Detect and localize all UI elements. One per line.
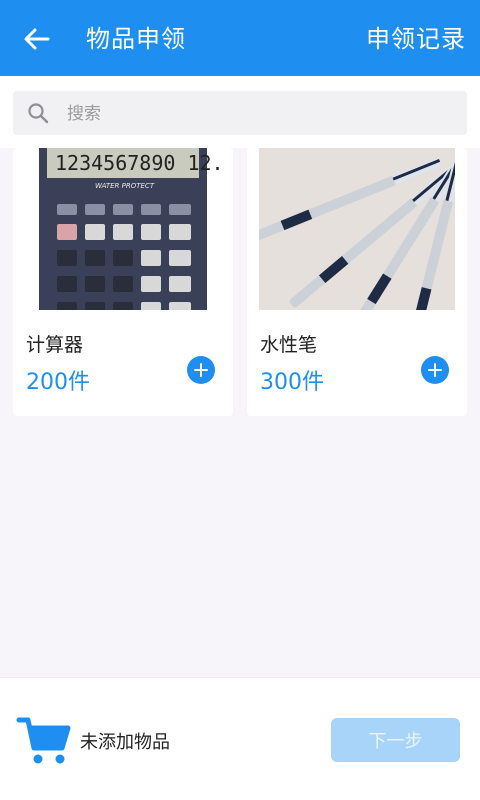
calculator-brand-text: WATER PROTECT (95, 182, 155, 190)
search-bar (0, 76, 480, 148)
calculator-display-text: 1234567890 12. (55, 151, 221, 175)
shopping-cart-icon[interactable] (16, 714, 72, 768)
product-card[interactable]: 水性笔 300件 (247, 148, 467, 416)
search-icon (28, 103, 49, 124)
cart-status-text: 未添加物品 (80, 732, 170, 753)
footer-bar: 未添加物品 下一步 (0, 677, 480, 800)
arrow-left-icon (24, 28, 50, 50)
product-quantity: 300件 (260, 370, 324, 395)
product-name: 计算器 (26, 334, 84, 356)
back-button[interactable] (18, 22, 54, 56)
add-item-button[interactable] (187, 356, 215, 384)
add-item-button[interactable] (421, 356, 449, 384)
page-title: 物品申领 (86, 25, 186, 53)
app-root: 物品申领 申领记录 1234567890 12. WATER PROTECT (0, 0, 480, 800)
search-box (13, 91, 467, 135)
claim-records-link[interactable]: 申领记录 (366, 22, 466, 56)
product-card[interactable]: 1234567890 12. WATER PROTECT 计算器 200件 (13, 148, 233, 416)
search-input[interactable] (65, 97, 449, 131)
product-name: 水性笔 (260, 334, 318, 356)
app-header: 物品申领 申领记录 (0, 0, 480, 76)
pens-image (259, 148, 455, 310)
next-step-button[interactable]: 下一步 (331, 718, 460, 762)
calculator-image: 1234567890 12. WATER PROTECT (25, 148, 221, 310)
product-quantity: 200件 (26, 370, 90, 395)
